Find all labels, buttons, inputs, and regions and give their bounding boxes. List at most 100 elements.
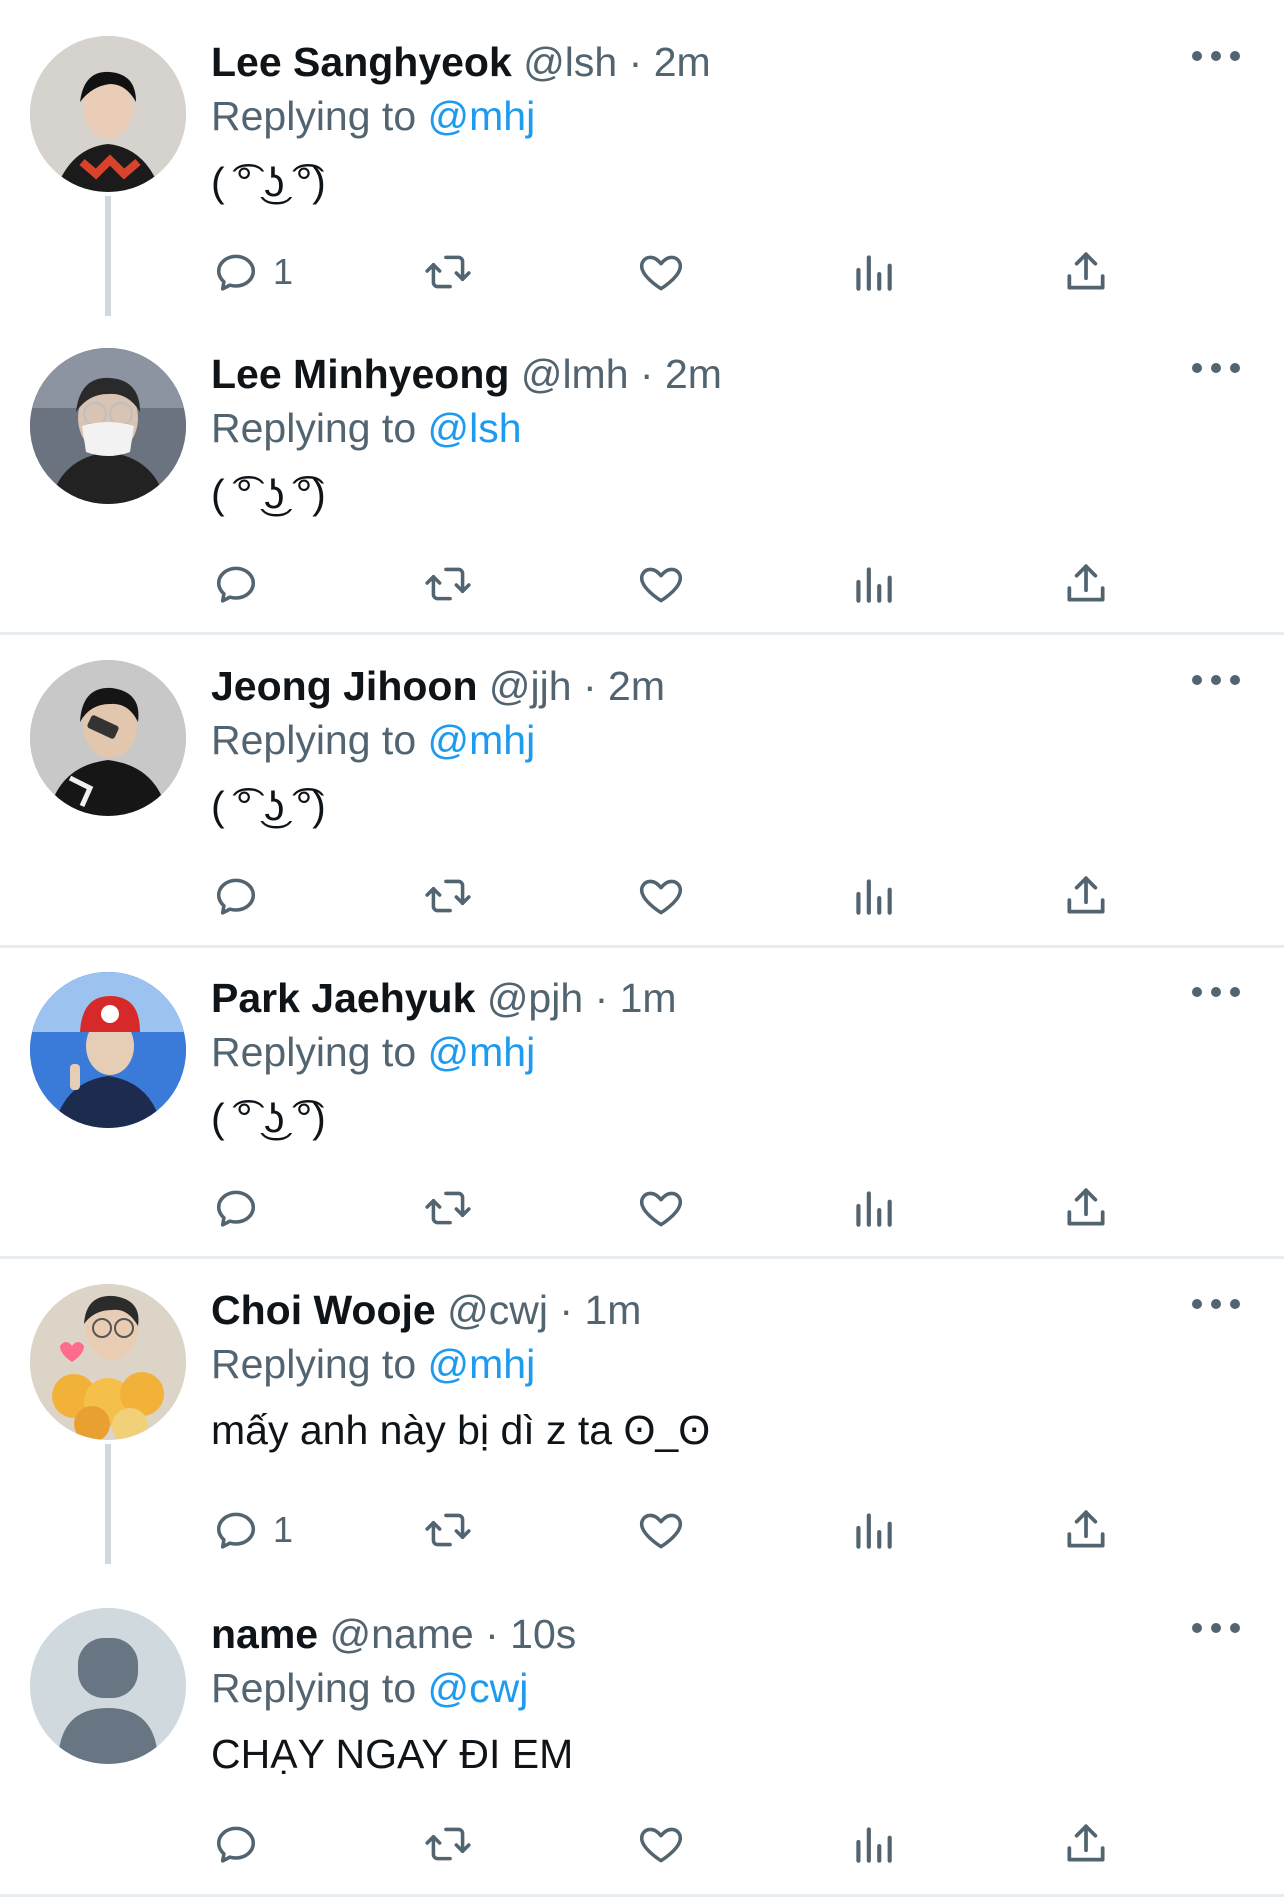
share-button[interactable] bbox=[1061, 1814, 1111, 1874]
user-handle[interactable]: @name bbox=[330, 1611, 474, 1657]
tweet-actions: 1 bbox=[211, 242, 1151, 302]
views-icon bbox=[856, 1513, 892, 1549]
views-button[interactable] bbox=[848, 1814, 898, 1874]
reply-button[interactable] bbox=[211, 1178, 273, 1238]
share-button[interactable] bbox=[1061, 1178, 1111, 1238]
avatar[interactable] bbox=[30, 972, 186, 1128]
retweet-button[interactable] bbox=[423, 1814, 473, 1874]
retweet-icon bbox=[425, 1513, 471, 1547]
timestamp[interactable]: 1m bbox=[620, 975, 677, 1021]
like-icon bbox=[639, 1513, 683, 1549]
retweet-button[interactable] bbox=[423, 1500, 473, 1560]
reply-icon bbox=[216, 1826, 256, 1863]
tweet-actions: 1 bbox=[211, 1500, 1151, 1560]
retweet-icon bbox=[425, 879, 471, 913]
mention-link[interactable]: @mhj bbox=[428, 1029, 536, 1075]
like-button[interactable] bbox=[636, 1500, 686, 1560]
tweet[interactable]: Choi Wooje @cwj · 1m Replying to @mhj mấ… bbox=[0, 1248, 1284, 1564]
more-options-button[interactable] bbox=[1192, 46, 1240, 66]
retweet-button[interactable] bbox=[423, 554, 473, 614]
user-handle[interactable]: @lsh bbox=[523, 39, 617, 85]
replying-to-label: Replying to bbox=[211, 93, 417, 139]
share-button[interactable] bbox=[1061, 866, 1111, 926]
share-icon bbox=[1067, 876, 1105, 914]
replying-to-label: Replying to bbox=[211, 1029, 417, 1075]
separator-dot: · bbox=[628, 39, 643, 85]
timestamp[interactable]: 2m bbox=[608, 663, 665, 709]
tweet-actions bbox=[211, 866, 1151, 926]
replying-to-label: Replying to bbox=[211, 717, 417, 763]
user-handle[interactable]: @pjh bbox=[487, 975, 583, 1021]
timestamp[interactable]: 2m bbox=[665, 351, 722, 397]
more-options-button[interactable] bbox=[1192, 1618, 1240, 1638]
views-button[interactable] bbox=[848, 1178, 898, 1238]
like-button[interactable] bbox=[636, 1814, 686, 1874]
like-icon bbox=[639, 1191, 683, 1227]
mention-link[interactable]: @mhj bbox=[428, 717, 536, 763]
share-button[interactable] bbox=[1061, 554, 1111, 614]
reply-count: 1 bbox=[273, 1509, 294, 1550]
display-name[interactable]: Park Jaehyuk bbox=[211, 975, 475, 1021]
display-name[interactable]: Lee Minhyeong bbox=[211, 351, 509, 397]
avatar[interactable] bbox=[30, 1608, 186, 1764]
retweet-icon bbox=[425, 1191, 471, 1225]
more-options-button[interactable] bbox=[1192, 670, 1240, 690]
tweet-header: Lee Sanghyeok @lsh · 2m bbox=[211, 34, 711, 90]
reply-icon bbox=[216, 566, 256, 603]
divider bbox=[0, 1894, 1284, 1897]
mention-link[interactable]: @cwj bbox=[428, 1665, 529, 1711]
mention-link[interactable]: @lsh bbox=[428, 405, 522, 451]
like-button[interactable] bbox=[636, 1178, 686, 1238]
timestamp[interactable]: 1m bbox=[584, 1287, 641, 1333]
views-button[interactable] bbox=[848, 1500, 898, 1560]
display-name[interactable]: name bbox=[211, 1611, 318, 1657]
tweet[interactable]: Park Jaehyuk @pjh · 1m Replying to @mhj … bbox=[0, 936, 1284, 1259]
more-options-button[interactable] bbox=[1192, 1294, 1240, 1314]
mention-link[interactable]: @mhj bbox=[428, 93, 536, 139]
more-options-button[interactable] bbox=[1192, 358, 1240, 378]
user-handle[interactable]: @jjh bbox=[489, 663, 572, 709]
timestamp[interactable]: 2m bbox=[654, 39, 711, 85]
user-handle[interactable]: @cwj bbox=[447, 1287, 548, 1333]
retweet-button[interactable] bbox=[423, 242, 473, 302]
replying-to-label: Replying to bbox=[211, 1665, 417, 1711]
more-options-button[interactable] bbox=[1192, 982, 1240, 1002]
reply-button[interactable] bbox=[211, 554, 273, 614]
reply-button[interactable]: 1 bbox=[211, 242, 293, 302]
like-icon bbox=[639, 567, 683, 603]
views-button[interactable] bbox=[848, 866, 898, 926]
avatar[interactable] bbox=[30, 1284, 186, 1440]
display-name[interactable]: Choi Wooje bbox=[211, 1287, 436, 1333]
reply-button[interactable]: 1 bbox=[211, 1500, 293, 1560]
share-button[interactable] bbox=[1061, 1500, 1111, 1560]
mention-link[interactable]: @mhj bbox=[428, 1341, 536, 1387]
tweet-text: ( ͡° ͜ʖ ͡°) bbox=[211, 783, 326, 829]
like-button[interactable] bbox=[636, 866, 686, 926]
like-button[interactable] bbox=[636, 554, 686, 614]
reply-count: 1 bbox=[273, 251, 294, 292]
reply-button[interactable] bbox=[211, 866, 273, 926]
timestamp[interactable]: 10s bbox=[510, 1611, 576, 1657]
avatar[interactable] bbox=[30, 660, 186, 816]
reply-button[interactable] bbox=[211, 1814, 273, 1874]
reply-icon bbox=[216, 878, 256, 915]
views-button[interactable] bbox=[848, 242, 898, 302]
display-name[interactable]: Lee Sanghyeok bbox=[211, 39, 512, 85]
like-button[interactable] bbox=[636, 242, 686, 302]
views-button[interactable] bbox=[848, 554, 898, 614]
tweet[interactable]: Lee Sanghyeok @lsh · 2m Replying to @mhj… bbox=[0, 0, 1284, 316]
retweet-button[interactable] bbox=[423, 866, 473, 926]
avatar[interactable] bbox=[30, 348, 186, 504]
tweet[interactable]: Lee Minhyeong @lmh · 2m Replying to @lsh… bbox=[0, 312, 1284, 635]
replying-to-label: Replying to bbox=[211, 405, 417, 451]
retweet-button[interactable] bbox=[423, 1178, 473, 1238]
user-handle[interactable]: @lmh bbox=[521, 351, 629, 397]
tweet-actions bbox=[211, 1814, 1151, 1874]
tweet[interactable]: name @name · 10s Replying to @cwj CHẠY N… bbox=[0, 1572, 1284, 1902]
retweet-icon bbox=[425, 567, 471, 601]
display-name[interactable]: Jeong Jihoon bbox=[211, 663, 478, 709]
avatar[interactable] bbox=[30, 36, 186, 192]
tweet-header: Choi Wooje @cwj · 1m bbox=[211, 1282, 641, 1338]
share-button[interactable] bbox=[1061, 242, 1111, 302]
tweet[interactable]: Jeong Jihoon @jjh · 2m Replying to @mhj … bbox=[0, 624, 1284, 948]
